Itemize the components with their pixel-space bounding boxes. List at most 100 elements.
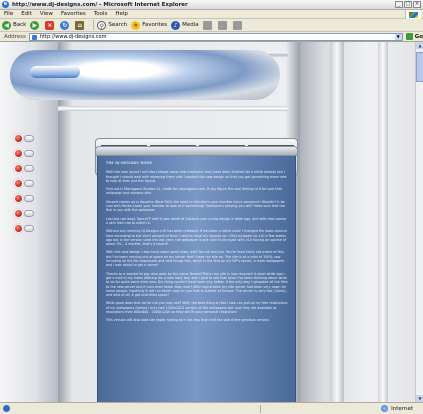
address-input[interactable]	[39, 33, 340, 40]
nav-bullet-icon	[14, 193, 23, 203]
nav-item-label	[24, 224, 34, 232]
site-logo-glow[interactable]	[30, 66, 80, 78]
window-controls: _ □ ×	[395, 1, 421, 8]
go-arrow-icon	[405, 33, 413, 40]
menu-view[interactable]: View	[40, 11, 53, 17]
news-paragraph: Without any warning DJ-Designs v10 has b…	[106, 229, 287, 247]
refresh-button[interactable]: ↻	[60, 20, 71, 30]
star-icon: ★	[131, 20, 141, 30]
news-paragraph: With the new layout I will also release …	[106, 170, 287, 183]
back-label: Back	[13, 22, 27, 28]
nav-item[interactable]	[14, 222, 64, 234]
go-label: Go	[414, 33, 423, 40]
right-rail-decoration	[330, 42, 344, 402]
site-navigation	[14, 132, 64, 237]
home-button[interactable]: ⌂	[75, 20, 86, 30]
news-content: THE DJ-DESIGNS HOME With the new layout …	[106, 161, 288, 327]
search-label: Search	[108, 22, 128, 28]
nav-item-label	[24, 149, 34, 157]
scroll-down-icon[interactable]: ▼	[416, 395, 423, 402]
page-status-icon	[3, 405, 10, 412]
address-label: Address	[4, 33, 26, 40]
vertical-scrollbar[interactable]: ▲ ▼	[415, 42, 423, 402]
nav-bullet-icon	[14, 208, 23, 218]
nav-bullet-icon	[14, 133, 23, 143]
address-bar: Address ▼ Go	[0, 32, 423, 42]
favorites-label: Favorites	[142, 22, 168, 28]
toolbar-separator	[93, 20, 95, 30]
standard-toolbar: ◀ Back ▶ × ↻ ⌂ ⚲ Search ★ Favorites ♪ Me…	[0, 19, 423, 32]
news-header: THE DJ-DESIGNS HOME	[106, 161, 153, 165]
menu-tools[interactable]: Tools	[94, 11, 108, 17]
printer-icon	[232, 20, 242, 30]
nav-item[interactable]	[14, 147, 64, 159]
nav-item-label	[24, 194, 34, 202]
close-button[interactable]: ×	[413, 1, 421, 8]
menu-help[interactable]: Help	[115, 11, 128, 17]
forward-button[interactable]: ▶	[30, 20, 41, 30]
history-icon	[202, 20, 212, 30]
zone-label: Internet	[391, 405, 413, 412]
header-tube-decoration-lower	[58, 106, 288, 111]
status-pane	[260, 405, 350, 413]
right-chrome-bg	[300, 42, 415, 402]
address-dropdown-icon[interactable]: ▼	[394, 33, 402, 40]
title-bar: e http://www.dj-designs.com/ - Microsoft…	[0, 0, 423, 10]
nav-bullet-icon	[14, 163, 23, 173]
nav-item[interactable]	[14, 207, 64, 219]
nav-item[interactable]	[14, 132, 64, 144]
stop-button[interactable]: ×	[45, 20, 56, 30]
news-panel: THE DJ-DESIGNS HOME With the new layout …	[97, 156, 296, 406]
menu-bar: File Edit View Favorites Tools Help	[0, 10, 423, 19]
nav-item[interactable]	[14, 192, 64, 204]
nav-bullet-icon	[14, 223, 23, 233]
minimize-button[interactable]: _	[395, 1, 403, 8]
security-zone: Internet	[381, 405, 413, 412]
media-icon: ♪	[171, 20, 181, 30]
nav-item-label	[24, 164, 34, 172]
nav-item[interactable]	[14, 162, 64, 174]
scroll-thumb[interactable]	[416, 52, 423, 82]
search-icon: ⚲	[97, 20, 107, 30]
back-arrow-icon: ◀	[2, 20, 11, 30]
news-panel-cap	[95, 146, 298, 156]
news-paragraph: Thanks to a wonderful guy who goes by th…	[106, 271, 288, 298]
menu-file[interactable]: File	[4, 11, 13, 17]
news-paragraph: With this new design I also have some go…	[106, 250, 285, 268]
nav-item-label	[24, 179, 34, 187]
nav-item-label	[24, 209, 34, 217]
nav-item[interactable]	[14, 177, 64, 189]
right-rail-decoration-2	[378, 42, 388, 402]
stop-icon: ×	[45, 20, 55, 30]
refresh-icon: ↻	[60, 20, 70, 30]
media-button[interactable]: ♪ Media	[171, 20, 199, 30]
news-paragraph: Last but not least, SpeckTP with it was …	[106, 216, 287, 225]
search-button[interactable]: ⚲ Search	[97, 20, 128, 30]
address-field-box: ▼	[28, 32, 403, 41]
windows-flag-icon	[405, 10, 421, 19]
news-paragraph: This version will also load site faster …	[106, 318, 270, 323]
back-button[interactable]: ◀ Back	[2, 20, 27, 30]
home-icon: ⌂	[75, 20, 85, 30]
history-button[interactable]	[202, 20, 214, 30]
nav-item-label	[24, 134, 34, 142]
favorites-button[interactable]: ★ Favorites	[131, 20, 168, 30]
news-paragraph: What good does that do for me you may as…	[106, 301, 288, 315]
mail-icon	[217, 20, 227, 30]
news-paragraph: First out is Macrogonz Studios v2, made …	[106, 187, 283, 196]
menu-favorites[interactable]: Favorites	[61, 11, 86, 17]
forward-arrow-icon: ▶	[30, 20, 40, 30]
maximize-button[interactable]: □	[404, 1, 412, 8]
status-bar: Internet	[0, 402, 423, 414]
globe-icon	[381, 405, 389, 412]
print-button[interactable]	[232, 20, 244, 30]
news-paragraph: Second comes up is Aqualicz (Best Skill)…	[106, 199, 285, 213]
nav-bullet-icon	[14, 148, 23, 158]
scroll-up-icon[interactable]: ▲	[416, 42, 423, 49]
go-button[interactable]: Go	[405, 33, 423, 40]
media-label: Media	[182, 22, 199, 28]
menu-edit[interactable]: Edit	[21, 11, 32, 17]
ie-logo-icon: e	[2, 1, 9, 8]
page-icon	[31, 34, 37, 40]
mail-button[interactable]	[217, 20, 229, 30]
